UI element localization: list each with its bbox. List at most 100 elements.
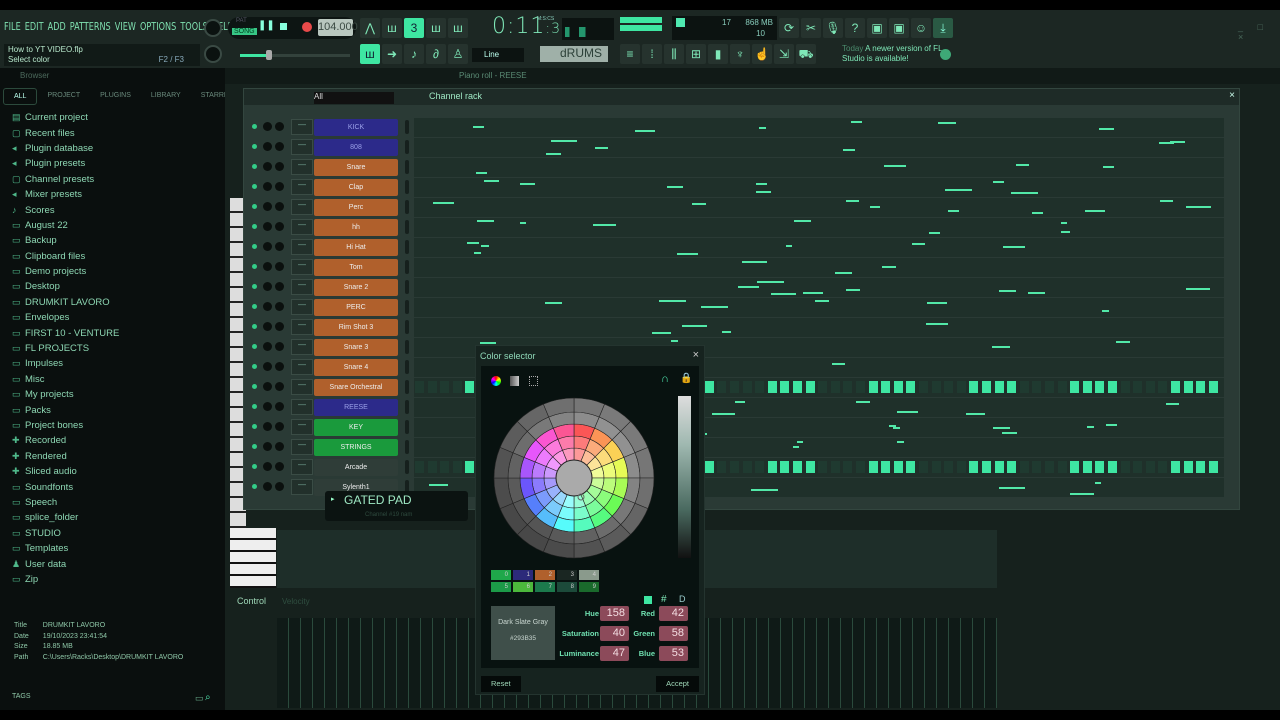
- step-button[interactable]: [793, 461, 802, 473]
- channel-button[interactable]: KICK: [314, 119, 398, 136]
- step-button[interactable]: [956, 381, 966, 393]
- step-button[interactable]: [1019, 381, 1029, 393]
- step-button[interactable]: [1095, 381, 1105, 393]
- control-label[interactable]: Control: [237, 596, 266, 606]
- step-button[interactable]: [919, 461, 928, 473]
- volume-knob[interactable]: [275, 202, 284, 211]
- mixer-track-selector[interactable]: —: [291, 399, 313, 415]
- mixer-track-selector[interactable]: —: [291, 379, 313, 395]
- browser-item[interactable]: ✚ Rendered: [0, 449, 225, 464]
- mute-led[interactable]: [252, 364, 257, 369]
- stop-icon[interactable]: [280, 23, 287, 30]
- browser-item[interactable]: ▭ Impulses: [0, 356, 225, 371]
- step-button[interactable]: [1196, 461, 1206, 473]
- channel-select-indicator[interactable]: [405, 460, 409, 474]
- mixer-track-selector[interactable]: —: [291, 219, 313, 235]
- browser-item[interactable]: ▭ Desktop: [0, 279, 225, 294]
- mixer-track-selector[interactable]: —: [291, 479, 313, 495]
- mute-led[interactable]: [252, 344, 257, 349]
- color-swatch[interactable]: 1: [513, 570, 533, 580]
- volume-knob[interactable]: [275, 282, 284, 291]
- channel-select-indicator[interactable]: [405, 360, 409, 374]
- step-button[interactable]: [1045, 381, 1054, 393]
- channel-select-indicator[interactable]: [405, 220, 409, 234]
- step-button[interactable]: [427, 381, 437, 393]
- step-button[interactable]: [1133, 461, 1143, 473]
- tempo-field[interactable]: 104.000: [318, 19, 358, 36]
- file-icon[interactable]: ▮: [708, 44, 728, 64]
- channel-select-indicator[interactable]: [405, 320, 409, 334]
- step-button[interactable]: [1007, 381, 1017, 393]
- volume-knob[interactable]: [275, 302, 284, 311]
- pan-knob[interactable]: [263, 322, 272, 331]
- mixer-track-selector[interactable]: —: [291, 439, 313, 455]
- step-button[interactable]: [1183, 381, 1193, 393]
- step-button[interactable]: [1208, 381, 1218, 393]
- channel-select-indicator[interactable]: [405, 240, 409, 254]
- song-mode[interactable]: SONG: [232, 28, 257, 35]
- master-volume-knob[interactable]: [204, 19, 222, 37]
- pan-knob[interactable]: [263, 162, 272, 171]
- menu-file[interactable]: FILE: [4, 20, 21, 33]
- step-button[interactable]: [1082, 461, 1092, 473]
- step-button[interactable]: [704, 461, 714, 473]
- mute-led[interactable]: [252, 324, 257, 329]
- step-button[interactable]: [830, 381, 840, 393]
- luminance-slider[interactable]: [678, 396, 691, 558]
- plugin-icon[interactable]: ♆: [730, 44, 750, 64]
- browser-item[interactable]: ▭ Soundfonts: [0, 479, 225, 494]
- channel-button[interactable]: Snare 3: [314, 339, 398, 356]
- color-swatch[interactable]: 6: [513, 582, 533, 592]
- step-button[interactable]: [1057, 381, 1067, 393]
- blue-field[interactable]: 53: [659, 646, 688, 661]
- channel-button[interactable]: Tom: [314, 259, 398, 276]
- pan-knob[interactable]: [263, 242, 272, 251]
- mute-led[interactable]: [252, 124, 257, 129]
- step-button[interactable]: [881, 381, 891, 393]
- step-button[interactable]: [1108, 461, 1117, 473]
- pan-knob[interactable]: [263, 282, 272, 291]
- piano-roll-title[interactable]: Piano roll - REESE: [459, 71, 527, 80]
- magnet-icon[interactable]: ∩: [661, 373, 669, 385]
- mixer-track-selector[interactable]: —: [291, 299, 313, 315]
- playlist-icon[interactable]: ≡: [620, 44, 640, 64]
- volume-knob[interactable]: [275, 142, 284, 151]
- step-button[interactable]: [906, 381, 916, 393]
- step-button[interactable]: [1208, 461, 1218, 473]
- channel-select-indicator[interactable]: [405, 200, 409, 214]
- step-button[interactable]: [730, 461, 739, 473]
- color-swatch[interactable]: 8: [557, 582, 577, 592]
- record-icon[interactable]: [302, 22, 312, 32]
- palette-mode-icon[interactable]: [529, 376, 538, 386]
- browser-item[interactable]: ♪ Scores: [0, 202, 225, 217]
- volume-knob[interactable]: [275, 422, 284, 431]
- color-swatch[interactable]: 7: [535, 582, 555, 592]
- pencil-icon[interactable]: ♪: [404, 44, 424, 64]
- browser-tab-library[interactable]: LIBRARY: [141, 88, 191, 105]
- pan-knob[interactable]: [263, 342, 272, 351]
- volume-knob[interactable]: [275, 182, 284, 191]
- step-button[interactable]: [1183, 461, 1193, 473]
- browser-item[interactable]: ▭ Templates: [0, 541, 225, 556]
- cable-icon[interactable]: ⇲: [774, 44, 794, 64]
- step-button[interactable]: [1133, 381, 1143, 393]
- browser-item[interactable]: ♟ User data: [0, 556, 225, 571]
- step-button[interactable]: [755, 461, 765, 473]
- step-button[interactable]: [793, 381, 802, 393]
- channel-piano-roll-preview[interactable]: [414, 198, 1224, 217]
- mixer-track-selector[interactable]: —: [291, 319, 313, 335]
- browser-item[interactable]: ▢ Channel presets: [0, 172, 225, 187]
- volume-knob[interactable]: [275, 362, 284, 371]
- mute-led[interactable]: [252, 244, 257, 249]
- close-icon[interactable]: ×: [693, 349, 699, 361]
- browser-item[interactable]: ▭ Project bones: [0, 418, 225, 433]
- volume-knob[interactable]: [275, 162, 284, 171]
- channel-piano-roll-preview[interactable]: [414, 138, 1224, 157]
- browser-item[interactable]: ◂ Mixer presets: [0, 187, 225, 202]
- step-button[interactable]: [1007, 461, 1017, 473]
- mixer-track-selector[interactable]: —: [291, 119, 313, 135]
- browser-item[interactable]: ▭ My projects: [0, 387, 225, 402]
- step-button[interactable]: [742, 461, 752, 473]
- mute-led[interactable]: [252, 304, 257, 309]
- step-button[interactable]: [1108, 381, 1117, 393]
